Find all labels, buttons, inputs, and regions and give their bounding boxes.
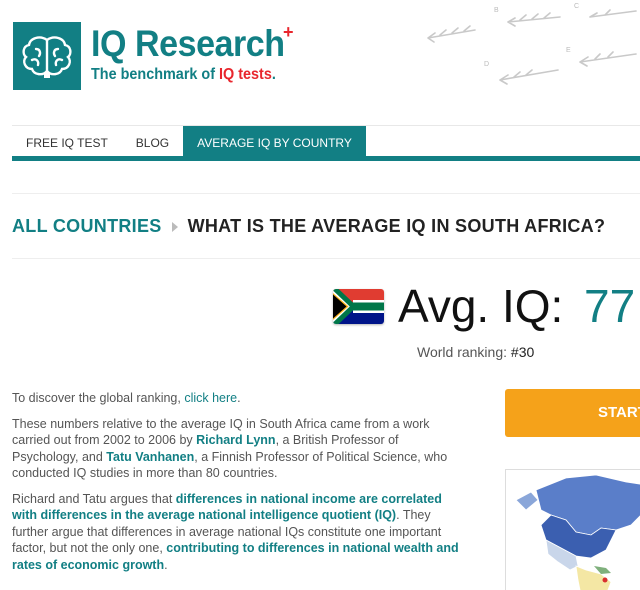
divider — [12, 193, 640, 194]
paragraph-ranking: To discover the global ranking, click he… — [12, 390, 460, 407]
avg-iq-value: 77 — [584, 280, 636, 332]
author-tatu-vanhanen: Tatu Vanhanen — [106, 449, 195, 464]
svg-text:E: E — [566, 47, 571, 54]
ranking-value: #30 — [510, 344, 535, 360]
paragraph-source: These numbers relative to the average IQ… — [12, 416, 460, 482]
nav-blog[interactable]: BLOG — [122, 126, 183, 160]
svg-text:D: D — [484, 61, 489, 68]
text: Richard and Tatu argues that — [12, 491, 176, 506]
breadcrumb-all-countries[interactable]: ALL COUNTRIES — [12, 216, 162, 237]
svg-text:C: C — [574, 3, 579, 10]
south-africa-flag-icon — [333, 289, 384, 324]
brand-name[interactable]: IQ Research — [91, 24, 285, 64]
header-decoration: B C D E — [427, 3, 637, 85]
nav-free-iq-test[interactable]: FREE IQ TEST — [12, 126, 122, 160]
tagline-prefix: The benchmark of — [91, 66, 220, 83]
ranking-label: World ranking: — [417, 344, 511, 360]
triangle-right-icon — [171, 221, 178, 232]
svg-text:B: B — [494, 7, 499, 14]
text: . — [237, 391, 241, 405]
page-title: WHAT IS THE AVERAGE IQ IN SOUTH AFRICA? — [187, 216, 606, 236]
brand-plus: + — [283, 22, 294, 42]
article-body: To discover the global ranking, click he… — [12, 390, 460, 582]
brand[interactable]: IQ Research + The benchmark of IQ tests. — [91, 22, 301, 84]
start-test-button[interactable]: START — [505, 389, 640, 437]
breadcrumb: ALL COUNTRIES WHAT IS THE AVERAGE IQ IN … — [12, 216, 605, 237]
world-ranking: World ranking: #30 — [417, 344, 534, 360]
click-here-link[interactable]: click here — [184, 391, 237, 405]
divider — [12, 258, 640, 259]
brain-icon[interactable] — [13, 22, 81, 90]
avg-iq-label: Avg. IQ: — [398, 280, 564, 332]
site-header: IQ Research + The benchmark of IQ tests.… — [0, 0, 640, 125]
nav-average-iq-by-country[interactable]: AVERAGE IQ BY COUNTRY — [183, 126, 366, 160]
tagline-emphasis: IQ tests — [219, 66, 272, 83]
text: To discover the global ranking, — [12, 391, 185, 405]
world-map[interactable] — [505, 469, 640, 590]
text: . — [164, 557, 168, 572]
tagline-suffix: . — [271, 66, 276, 83]
main-nav: FREE IQ TEST BLOG AVERAGE IQ BY COUNTRY — [12, 125, 640, 161]
brand-tagline: The benchmark of IQ tests. — [91, 66, 280, 84]
author-richard-lynn: Richard Lynn — [196, 433, 276, 447]
paragraph-argument: Richard and Tatu argues that differences… — [12, 491, 460, 574]
